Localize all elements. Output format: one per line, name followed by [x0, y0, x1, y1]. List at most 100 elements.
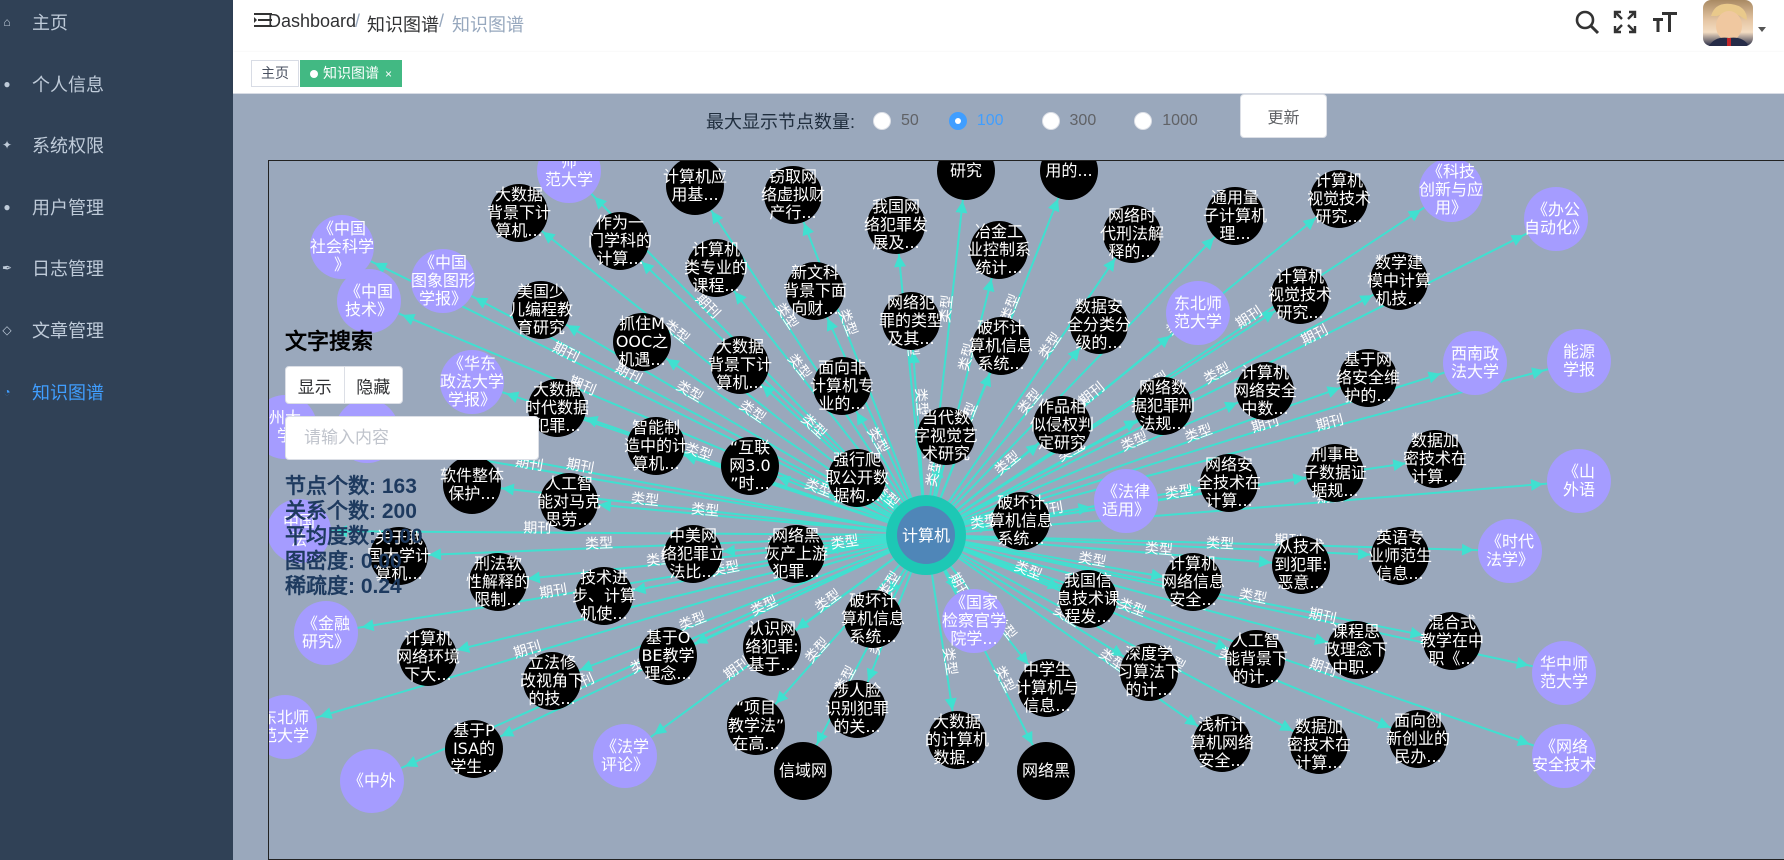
paper-node[interactable]: 计算机视觉技术研究...	[1307, 170, 1371, 228]
paper-node[interactable]: 破坏计算机信息系统...	[989, 492, 1053, 550]
paper-node[interactable]: 通用量子计算机理...	[1203, 187, 1267, 245]
journal-node[interactable]: 能源学报	[1547, 329, 1611, 393]
journal-node[interactable]: 《网络安全技术	[1532, 724, 1596, 788]
paper-node[interactable]: 窃取网络虚拟财产行...	[761, 166, 825, 224]
paper-node[interactable]: 信域网	[774, 742, 832, 800]
paper-node[interactable]: 网络黑	[1017, 742, 1075, 800]
paper-node[interactable]: 作品相似侵权判定研究	[1030, 396, 1094, 454]
paper-node[interactable]: 计算机网络信息安全...	[1161, 553, 1225, 611]
paper-node[interactable]: 计算机网络环境下大...	[396, 628, 460, 686]
paper-node[interactable]: 从技术到犯罪:恶意...	[1272, 536, 1330, 594]
radio-circle[interactable]	[1134, 112, 1153, 130]
paper-node[interactable]: 混合式教学在中职《...	[1420, 612, 1484, 670]
paper-node[interactable]: 刑法软性解释的限制...	[466, 553, 530, 611]
paper-node[interactable]: 基于PISA的学生...	[445, 720, 503, 778]
paper-node[interactable]: 当代数字视觉艺术研究	[914, 407, 978, 465]
paper-node[interactable]: 我国信息技术课程发...	[1056, 570, 1120, 628]
paper-node[interactable]: 数据加密技术在计算...	[1403, 430, 1467, 488]
hide-button[interactable]: 隐藏	[343, 367, 403, 403]
sidebar-item-5[interactable]: ◇ 文章管理	[0, 295, 233, 365]
tag-home[interactable]: 主页	[251, 60, 299, 87]
paper-node[interactable]: 立法修改视角下的技...	[520, 652, 584, 710]
journal-node[interactable]: 东北师范大学	[269, 695, 317, 759]
avatar[interactable]	[1703, 0, 1753, 46]
journal-node[interactable]: 《法律适用》	[1094, 469, 1158, 533]
paper-node[interactable]: 计算机类专业的课程...	[684, 239, 748, 297]
paper-node[interactable]: 基于OBE教学理念...	[639, 627, 697, 685]
journal-node[interactable]: 《金融研究》	[294, 601, 358, 665]
paper-node[interactable]: 强行爬取公开数据构...	[825, 449, 889, 507]
journal-node[interactable]: 《科技创新与应用》	[1419, 161, 1483, 222]
sidebar-item-1[interactable]: ● 个人信息	[0, 49, 233, 119]
paper-node[interactable]: 智能制造中的计算机...	[624, 417, 688, 475]
close-icon[interactable]: ×	[385, 67, 392, 81]
journal-node[interactable]: 西南政法大学	[1443, 331, 1507, 395]
sidebar-item-3[interactable]: ● 用户管理	[0, 172, 233, 242]
paper-node[interactable]: 面向创新创业的民办...	[1386, 710, 1450, 768]
journal-node[interactable]: 《法学评论》	[593, 724, 657, 788]
radio-1000[interactable]: 1000	[1134, 112, 1198, 130]
paper-node[interactable]: 计算机网络安全中数...	[1233, 362, 1297, 420]
breadcrumb-item-dashboard[interactable]: Dashboard	[268, 11, 356, 32]
journal-node[interactable]: 东北师范大学	[1166, 281, 1230, 345]
paper-node[interactable]: 网络时代刑法解释的...	[1100, 205, 1164, 263]
journal-node[interactable]: 《华东政法大学学报》	[440, 350, 504, 414]
radio-100[interactable]: 100	[948, 112, 1004, 130]
paper-node[interactable]: “项目教学法”在高...	[727, 697, 785, 755]
journal-node[interactable]: 《中外	[340, 749, 404, 813]
fullscreen-icon[interactable]	[1611, 8, 1639, 36]
paper-node[interactable]: 计算机视觉技术研究...	[1268, 266, 1332, 324]
paper-node[interactable]: 冶金工业控制系统计...	[967, 221, 1031, 279]
paper-node[interactable]: 大数据的计算机数据...	[925, 711, 989, 769]
graph-svg[interactable]: 类型类型类型类型类型类型类型类型类型类型类型期刊期刊期刊期刊类型类型类型类型类型…	[269, 161, 1784, 860]
paper-node[interactable]: 数据安全分类分级的...	[1067, 296, 1131, 354]
journal-node[interactable]: 《国家检察官学院学...	[942, 589, 1006, 653]
paper-node[interactable]: 网络黑灰产上游犯罪...	[764, 525, 828, 583]
search-input[interactable]	[285, 416, 539, 460]
paper-node[interactable]: 技术进步、计算机使...	[572, 567, 636, 625]
paper-node[interactable]: 用的...	[1040, 161, 1098, 200]
breadcrumb-item-graph[interactable]: 知识图谱	[367, 11, 439, 37]
journal-node[interactable]: 《办公自动化》	[1524, 187, 1588, 251]
journal-node[interactable]: 《中国图象图形学报》	[411, 249, 475, 313]
radio-300[interactable]: 300	[1041, 112, 1096, 130]
paper-node[interactable]: 美国少儿编程教育研究	[509, 281, 573, 339]
paper-node[interactable]: 英语专业师范生信息...	[1368, 527, 1432, 585]
paper-node[interactable]: 中学生计算机与信息...	[1015, 659, 1079, 717]
paper-node[interactable]: 网络数据犯罪刑法规...	[1131, 377, 1195, 435]
radio-circle[interactable]	[873, 112, 892, 130]
journal-node[interactable]: 华中师范大学	[1532, 641, 1596, 705]
journal-node[interactable]: 师范大学	[537, 161, 601, 203]
paper-node[interactable]: 面向非计算机专业的...	[810, 357, 874, 415]
paper-node[interactable]: 计算机应用基...	[663, 161, 727, 215]
paper-node[interactable]: 抓住MOOC之机遇...	[613, 313, 671, 371]
tag-knowledge-graph[interactable]: 知识图谱 ×	[300, 60, 403, 87]
paper-node[interactable]: 大数据背景下计算机...	[708, 336, 772, 394]
paper-node[interactable]: 破坏计算机信息系统...	[969, 317, 1033, 375]
paper-node[interactable]: 网络犯罪的类型及其...	[879, 292, 943, 350]
sidebar-item-6[interactable]: ◔ 知识图谱	[0, 357, 233, 427]
font-size-icon[interactable]	[1651, 8, 1679, 36]
paper-node[interactable]: 破坏计算机信息系统...	[841, 590, 905, 648]
paper-node[interactable]: 大数据背景下计算机...	[487, 184, 551, 242]
paper-node[interactable]: 认识网络犯罪:基于...	[743, 618, 801, 676]
paper-node[interactable]: 刑事电子数据证据规...	[1303, 444, 1367, 502]
paper-node[interactable]: 新文科背景下面向财...	[783, 262, 847, 320]
paper-node[interactable]: 作为一门学科的计算...	[588, 212, 652, 270]
paper-node[interactable]: 浅析计算机网络安全...	[1190, 714, 1254, 772]
center-node[interactable]: 计算机	[886, 495, 966, 575]
paper-node[interactable]: 涉人脸识别犯罪的关...	[825, 680, 889, 738]
paper-node[interactable]: 深度学习算法下的计...	[1117, 643, 1181, 701]
caret-down-icon[interactable]	[1756, 22, 1768, 34]
paper-node[interactable]: 基于网络安全维护的...	[1336, 349, 1400, 407]
paper-node[interactable]: “互联网3.0”时...	[721, 437, 779, 495]
paper-node[interactable]: 课程思政理念下中职...	[1324, 621, 1388, 679]
radio-circle[interactable]	[1041, 112, 1060, 130]
sidebar-item-2[interactable]: ✦ 系统权限	[0, 110, 233, 180]
paper-node[interactable]: 研究	[937, 161, 995, 200]
knowledge-graph-canvas[interactable]: 类型类型类型类型类型类型类型类型类型类型类型期刊期刊期刊期刊类型类型类型类型类型…	[268, 160, 1784, 860]
sidebar-item-4[interactable]: ✒ 日志管理	[0, 233, 233, 303]
paper-node[interactable]: 数据加密技术在计算...	[1287, 716, 1351, 774]
paper-node[interactable]: 人工智能背景下的计...	[1224, 630, 1288, 688]
paper-node[interactable]: 软件整体保护...	[440, 456, 504, 514]
